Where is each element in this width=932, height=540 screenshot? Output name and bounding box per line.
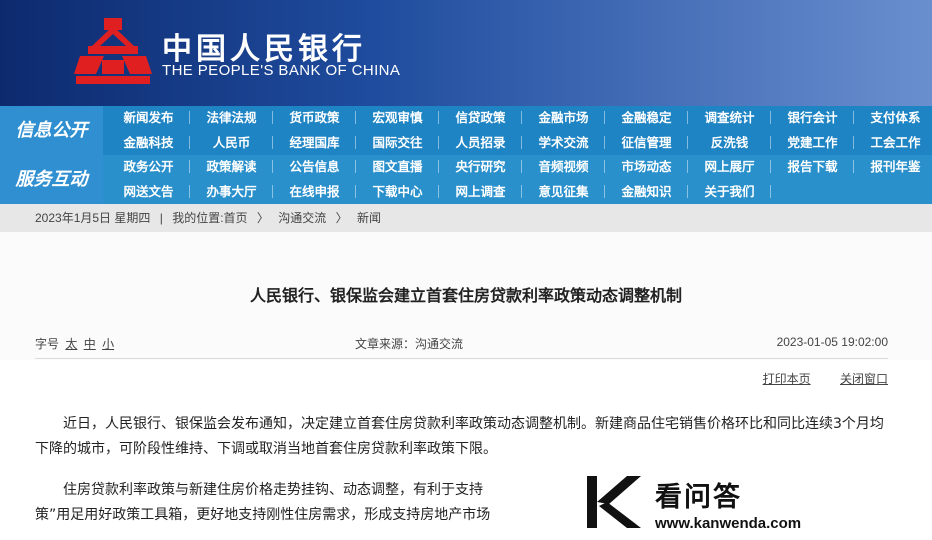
article-meta: 字号 太 中 小 文章来源：沟通交流 2023-01-05 19:02:00 (35, 335, 888, 355)
watermark-url: www.kanwenda.com (655, 515, 802, 532)
nav-service-item[interactable]: 央行研究 (439, 154, 522, 179)
nav-info-item[interactable]: 征信管理 (605, 130, 688, 155)
nav-service-item[interactable]: 网上展厅 (688, 154, 771, 179)
nav-service-item[interactable]: 公告信息 (273, 154, 356, 179)
nav-service-item[interactable]: 金融知识 (605, 179, 688, 204)
article-paragraph-1: 近日，人民银行、银保监会发布通知，决定建立首套住房贷款利率政策动态调整机制。新建… (35, 416, 884, 457)
nav-info-item[interactable]: 新闻发布 (107, 105, 190, 130)
nav-info-item[interactable]: 工会工作 (854, 130, 932, 155)
nav-service-item[interactable]: 报告下载 (771, 154, 854, 179)
breadcrumb-news[interactable]: 新闻 (357, 211, 381, 225)
nav-service-item[interactable]: 关于我们 (688, 179, 771, 204)
bank-name-en[interactable]: THE PEOPLE'S BANK OF CHINA (162, 62, 400, 79)
article-paragraph-2-line-2: 策”用足用好政策工具箱，更好地支持刚性住房需求，形成支持房地产市场 (35, 507, 491, 523)
current-date: 2023年1月5日 星期四 (35, 211, 151, 225)
nav-info-item[interactable]: 货币政策 (273, 105, 356, 130)
font-size-controls: 字号 太 中 小 (35, 335, 114, 352)
nav-info-item[interactable]: 党建工作 (771, 130, 854, 155)
nav-info-item[interactable]: 反洗钱 (688, 130, 771, 155)
nav-info-item[interactable]: 人民币 (190, 130, 273, 155)
article-paragraph-2-line-1: 住房贷款利率政策与新建住房价格走势挂钩、动态调整，有利于支持 (63, 482, 483, 498)
nav-info-item[interactable]: 支付体系 (854, 105, 932, 130)
breadcrumb: 2023年1月5日 星期四 | 我的位置:首页 〉 沟通交流 〉 新闻 (0, 204, 932, 232)
close-window-link[interactable]: 关闭窗口 (840, 372, 888, 386)
nav-info-item[interactable]: 学术交流 (522, 130, 605, 155)
nav-service-item[interactable]: 图文直播 (356, 154, 439, 179)
breadcrumb-separator: | (159, 211, 163, 225)
article-source: 文章来源：沟通交流 (355, 337, 464, 351)
font-small-button[interactable]: 小 (102, 337, 114, 351)
nav-info-item[interactable]: 宏观审慎 (356, 105, 439, 130)
nav-service-item[interactable]: 市场动态 (605, 154, 688, 179)
main-navigation: 信息公开 新闻发布 法律法规 货币政策 宏观审慎 信贷政策 金融市场 金融稳定 调查统计 银行会… (0, 106, 932, 204)
nav-info-item[interactable]: 调查统计 (688, 105, 771, 130)
nav-service-item[interactable]: 网上调查 (439, 179, 522, 204)
article-title: 人民银行、银保监会建立首套住房贷款利率政策动态调整机制 (249, 286, 682, 305)
nav-section-title-service[interactable]: 服务互动 (0, 155, 103, 204)
nav-service-item[interactable]: 政策解读 (190, 154, 273, 179)
watermark-overlay: 看问答 www.kanwenda.com (497, 457, 922, 540)
article-datetime: 2023-01-05 19:02:00 (776, 335, 888, 349)
nav-info-item[interactable]: 人员招录 (439, 130, 522, 155)
meta-divider (35, 358, 888, 359)
breadcrumb-home[interactable]: 我的位置:首页 (172, 211, 247, 225)
nav-info-item[interactable]: 法律法规 (190, 105, 273, 130)
article-actions: 打印本页 关闭窗口 (737, 370, 888, 387)
nav-info-item[interactable]: 信贷政策 (439, 105, 522, 130)
bank-logo-icon[interactable] (74, 16, 152, 86)
nav-service-item[interactable]: 办事大厅 (190, 179, 273, 204)
font-size-label: 字号 (35, 337, 60, 351)
nav-info-item[interactable]: 经理国库 (273, 130, 356, 155)
nav-service-item[interactable]: 音频视频 (522, 154, 605, 179)
nav-service-item[interactable]: 网送文告 (107, 179, 190, 204)
nav-grid-info: 新闻发布 法律法规 货币政策 宏观审慎 信贷政策 金融市场 金融稳定 调查统计 银行会计 支付体系… (107, 106, 932, 155)
breadcrumb-arrow: 〉 (256, 211, 269, 225)
nav-info-item[interactable]: 金融科技 (107, 130, 190, 155)
nav-section-service: 服务互动 政务公开 政策解读 公告信息 图文直播 央行研究 音频视频 市场动态 网上展厅 报告下… (0, 155, 932, 204)
nav-info-item[interactable]: 国际交往 (356, 130, 439, 155)
site-header: 中国人民银行 THE PEOPLE'S BANK OF CHINA (0, 0, 932, 106)
nav-info-item[interactable]: 金融市场 (522, 105, 605, 130)
print-page-link[interactable]: 打印本页 (763, 372, 811, 386)
font-large-button[interactable]: 太 (65, 337, 77, 351)
font-medium-button[interactable]: 中 (84, 337, 96, 351)
nav-info-item[interactable]: 金融稳定 (605, 105, 688, 130)
watermark-logo-icon (587, 476, 641, 528)
nav-section-info: 信息公开 新闻发布 法律法规 货币政策 宏观审慎 信贷政策 金融市场 金融稳定 调查统计 银行会… (0, 106, 932, 155)
nav-service-item[interactable]: 政务公开 (107, 154, 190, 179)
nav-service-item[interactable]: 报刊年鉴 (854, 154, 932, 179)
nav-service-item[interactable]: 下载中心 (356, 179, 439, 204)
nav-service-item[interactable]: 意见征集 (522, 179, 605, 204)
breadcrumb-arrow: 〉 (335, 211, 348, 225)
nav-section-title-info[interactable]: 信息公开 (0, 106, 103, 155)
nav-service-item[interactable]: 在线申报 (273, 179, 356, 204)
breadcrumb-communication[interactable]: 沟通交流 (278, 211, 326, 225)
watermark-name: 看问答 (655, 482, 742, 513)
nav-grid-service: 政务公开 政策解读 公告信息 图文直播 央行研究 音频视频 市场动态 网上展厅 报告下载 报刊年鉴… (107, 155, 932, 204)
nav-info-item[interactable]: 银行会计 (771, 105, 854, 130)
